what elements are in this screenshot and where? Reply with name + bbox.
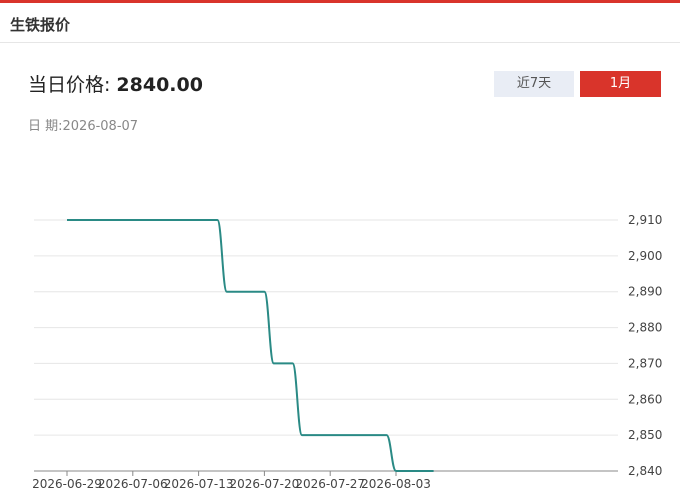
y-tick-label: 2,850 (628, 428, 662, 442)
y-tick-label: 2,890 (628, 285, 662, 299)
y-tick-label: 2,900 (628, 249, 662, 263)
y-tick-label: 2,910 (628, 213, 662, 227)
y-tick-label: 2,870 (628, 356, 662, 370)
x-tick-label: 2026-06-29 (32, 477, 102, 490)
y-tick-label: 2,880 (628, 321, 662, 335)
x-tick-label: 2026-07-13 (164, 477, 234, 490)
x-tick-label: 2026-07-06 (98, 477, 168, 490)
x-tick-label: 2026-07-27 (295, 477, 365, 490)
y-tick-label: 2,860 (628, 392, 662, 406)
price-line-chart: 2,910 2,900 2,890 2,880 2,870 2,860 2,850 2,840… (32, 213, 662, 490)
x-tick-label: 2026-07-20 (230, 477, 300, 490)
y-tick-label: 2,840 (628, 464, 662, 478)
x-tick-label: 2026-08-03 (361, 477, 431, 490)
price-series-line (67, 219, 434, 472)
